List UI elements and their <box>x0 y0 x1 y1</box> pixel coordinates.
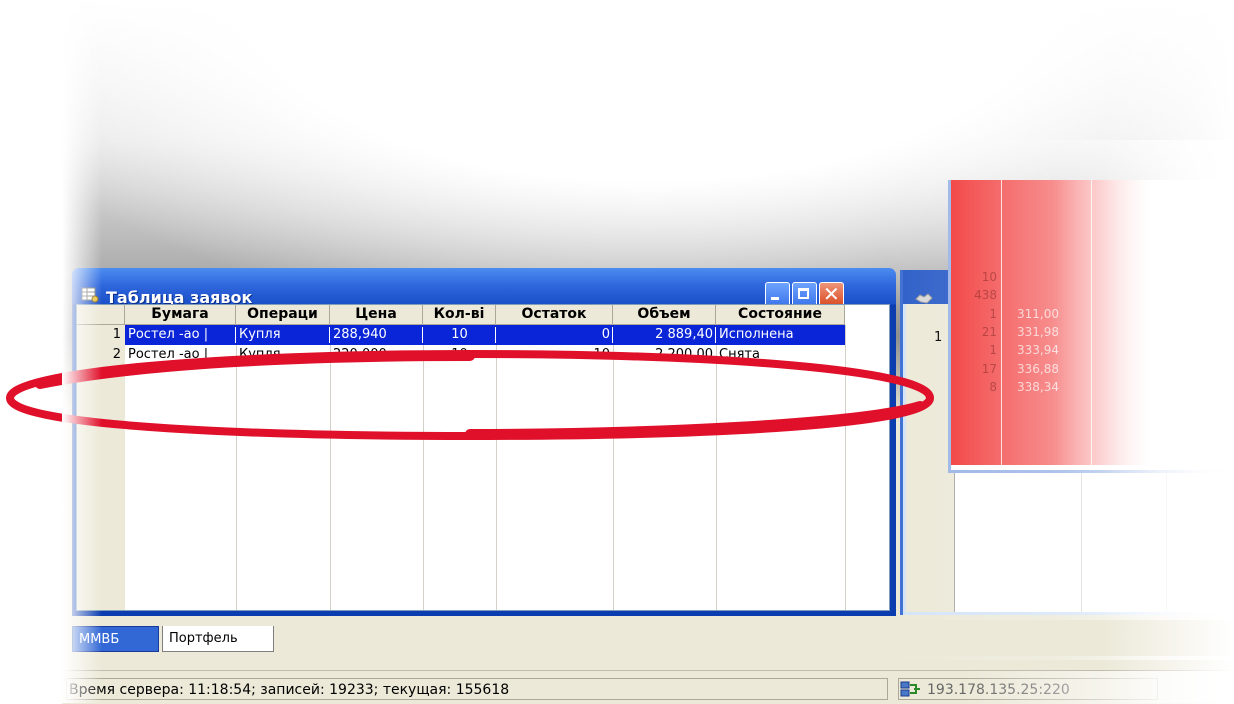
order-book-sell-side <box>951 180 1151 465</box>
grid-line <box>716 325 717 610</box>
orderbook-price: 333,94 <box>1017 343 1059 357</box>
column-header-security[interactable]: Бумага <box>125 305 236 325</box>
table-row[interactable]: Ростел -ао | Купля 220,000 10 10 2 200,0… <box>125 345 845 365</box>
cell-operation: Купля <box>239 347 281 362</box>
table-window-icon <box>81 287 99 303</box>
cell-price: 288,940 <box>333 327 387 342</box>
cell-operation: Купля <box>239 327 281 342</box>
column-header-volume[interactable]: Объем <box>613 305 716 325</box>
cell-price: 220,000 <box>333 347 387 362</box>
orderbook-qty: 17 <box>981 362 997 376</box>
cell-volume: 2 200,00 <box>655 347 713 362</box>
cell-quantity: 10 <box>451 347 468 362</box>
orderbook-qty: 438 <box>974 288 997 302</box>
cell-quantity: 10 <box>451 327 468 342</box>
status-bar: Время сервера: 11:18:54; записей: 19233;… <box>62 670 1234 704</box>
grid-line <box>613 325 614 610</box>
secondary-row-number: 1 <box>934 330 943 345</box>
orders-table[interactable]: Бумага Операци Цена Кол-ві Остаток Объем… <box>76 304 890 611</box>
grid-line <box>236 325 237 610</box>
orders-window[interactable]: Таблица заявок ✕ Бумага Операци Цена Кол… <box>72 268 896 616</box>
table-row[interactable]: Ростел -ао | Купля 288,940 10 0 2 889,40… <box>125 325 845 345</box>
tab-mmvb[interactable]: ММВБ <box>72 626 159 652</box>
orderbook-qty: 8 <box>989 380 997 394</box>
cell-security: Ростел -ао | <box>128 327 209 342</box>
cell-security: Ростел -ао | <box>128 347 209 362</box>
column-header-operation[interactable]: Операци <box>236 305 330 325</box>
orderbook-price: 331,98 <box>1017 325 1059 339</box>
orderbook-qty: 21 <box>981 325 997 339</box>
corner-header <box>77 305 125 325</box>
maximize-icon <box>798 288 809 299</box>
connection-status: 193.178.135.25:220 <box>898 678 1158 700</box>
orderbook-price: 338,34 <box>1017 380 1059 394</box>
orderbook-price: 336,88 <box>1017 362 1059 376</box>
handshake-icon <box>915 290 933 306</box>
orderbook-qty: 1 <box>989 343 997 357</box>
grid-line <box>496 325 497 610</box>
tab-portfolio[interactable]: Портфель <box>162 626 274 652</box>
tab-bar: ММВБ Портфель <box>62 620 1234 656</box>
cell-state: Снята <box>719 347 760 362</box>
grid-line <box>845 325 846 610</box>
column-header-rest[interactable]: Остаток <box>496 305 613 325</box>
close-icon: ✕ <box>823 282 840 306</box>
grid-line <box>423 325 424 610</box>
grid-line <box>1001 180 1002 470</box>
row-header-column <box>77 325 125 610</box>
cell-state: Исполнена <box>719 327 794 342</box>
grid-line <box>330 325 331 610</box>
row-number: 2 <box>77 345 125 365</box>
server-status: Время сервера: 11:18:54; записей: 19233;… <box>66 678 888 700</box>
row-number: 1 <box>77 325 125 345</box>
column-header-quantity[interactable]: Кол-ві <box>423 305 496 325</box>
cell-volume: 2 889,40 <box>655 327 713 342</box>
orderbook-qty: 1 <box>989 307 997 321</box>
order-book: 10 438 1 21 1 17 8 311,00 331,98 333,94 … <box>948 180 1234 473</box>
orderbook-qty: 10 <box>981 270 997 284</box>
column-header-price[interactable]: Цена <box>330 305 423 325</box>
cell-rest: 10 <box>593 347 610 362</box>
cell-rest: 0 <box>601 327 610 342</box>
minimize-icon <box>771 297 779 300</box>
orderbook-price: 311,00 <box>1017 307 1059 321</box>
column-header-state[interactable]: Состояние <box>716 305 845 325</box>
